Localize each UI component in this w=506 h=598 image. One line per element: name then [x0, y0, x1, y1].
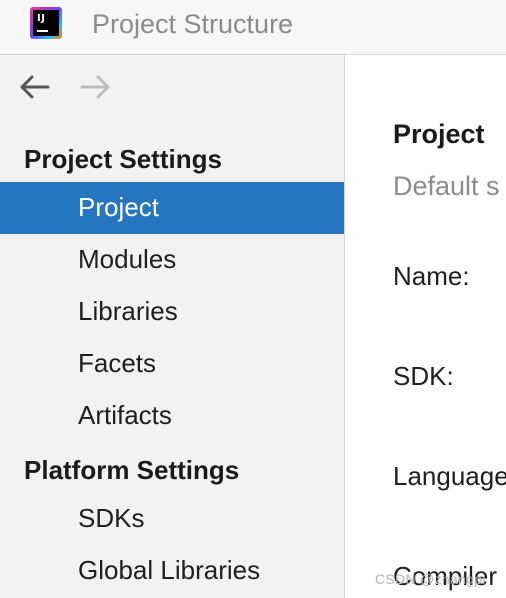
- sidebar-item-artifacts[interactable]: Artifacts: [0, 390, 344, 442]
- sidebar-item-label: Modules: [78, 244, 177, 274]
- sidebar-item-label: SDKs: [78, 503, 145, 533]
- sidebar-item-label: Libraries: [78, 296, 178, 326]
- watermark-text: CSDN @zhangpi: [375, 571, 486, 587]
- sidebar-item-global-libraries[interactable]: Global Libraries: [0, 545, 344, 597]
- sidebar-item-label: Artifacts: [78, 400, 172, 430]
- sidebar-item-project[interactable]: Project: [0, 182, 344, 234]
- language-label: Language: [393, 461, 506, 491]
- arrow-left-icon[interactable]: [18, 71, 52, 103]
- sdk-label: SDK:: [393, 361, 454, 391]
- content-panel: Project Default s Name: SDK: Language Co…: [345, 55, 506, 598]
- sidebar: Project Settings Project Modules Librari…: [0, 55, 345, 598]
- window-title: Project Structure: [92, 9, 294, 39]
- section-header-platform-settings: Platform Settings: [24, 455, 240, 485]
- sidebar-item-label: Facets: [78, 348, 157, 378]
- title-bar: IJ Project Structure: [0, 0, 506, 55]
- sidebar-item-facets[interactable]: Facets: [0, 338, 344, 390]
- sidebar-item-label: Project: [78, 192, 159, 222]
- sidebar-item-sdks[interactable]: SDKs: [0, 493, 344, 545]
- arrow-right-icon[interactable]: [78, 71, 112, 103]
- page-subtitle: Default s: [393, 171, 500, 201]
- page-title: Project: [393, 119, 485, 149]
- sidebar-item-label: Global Libraries: [78, 555, 261, 585]
- intellij-app-icon: IJ: [30, 7, 62, 39]
- name-label: Name:: [393, 261, 470, 291]
- app-icon-text: IJ: [37, 13, 46, 24]
- section-header-project-settings: Project Settings: [24, 144, 222, 174]
- navigation-arrows: [18, 71, 118, 103]
- sidebar-item-libraries[interactable]: Libraries: [0, 286, 344, 338]
- sidebar-item-modules[interactable]: Modules: [0, 234, 344, 286]
